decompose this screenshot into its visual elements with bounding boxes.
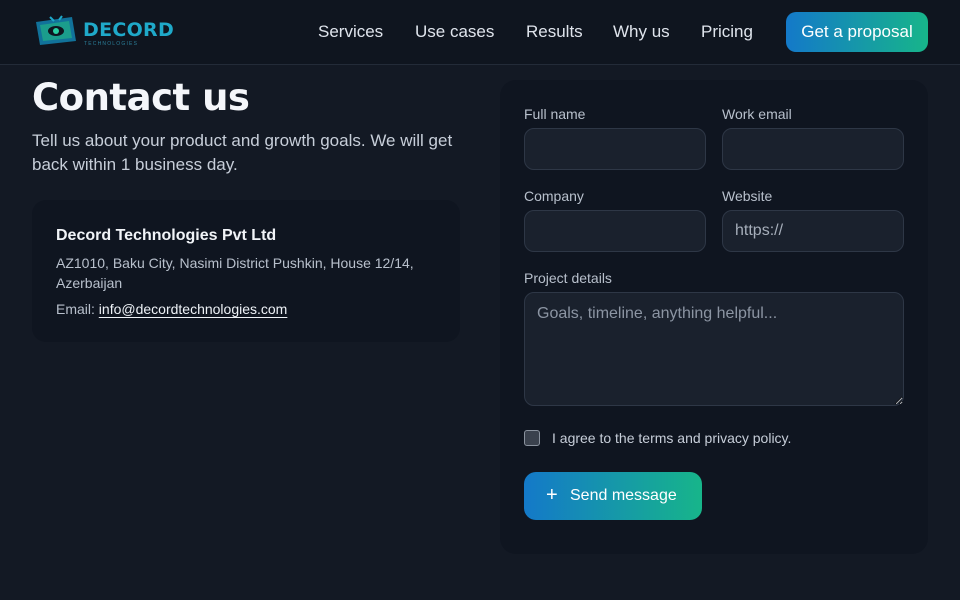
- top-navbar: DECORD TECHNOLOGIES Services Use cases R…: [0, 0, 960, 65]
- nav-link-results[interactable]: Results: [526, 22, 583, 42]
- email-link[interactable]: info@decordtechnologies.com: [99, 301, 288, 317]
- project-details-label: Project details: [524, 270, 612, 286]
- get-proposal-button[interactable]: Get a proposal: [786, 12, 928, 52]
- send-message-label: Send message: [570, 487, 677, 504]
- terms-label[interactable]: I agree to the terms and privacy policy.: [552, 430, 791, 446]
- brand-tagline: TECHNOLOGIES: [84, 41, 139, 47]
- email-label: Email:: [56, 301, 95, 317]
- send-message-button[interactable]: + Send message: [524, 472, 702, 520]
- nav-link-why-us[interactable]: Why us: [613, 22, 670, 42]
- website-input[interactable]: [722, 210, 904, 252]
- full-name-label: Full name: [524, 106, 586, 122]
- work-email-label: Work email: [722, 106, 792, 122]
- company-info-card: Decord Technologies Pvt Ltd AZ1010, Baku…: [32, 200, 460, 342]
- brand-name: DECORD: [83, 19, 175, 41]
- tv-screen-eye-logo-icon: [36, 15, 76, 45]
- nav-link-pricing[interactable]: Pricing: [701, 22, 753, 42]
- contact-form: Full name Work email Company Website Pro…: [500, 80, 928, 554]
- company-address: AZ1010, Baku City, Nasimi District Pushk…: [56, 255, 414, 291]
- nav-link-services[interactable]: Services: [318, 22, 383, 42]
- nav-link-use-cases[interactable]: Use cases: [415, 22, 494, 42]
- email-line: Email: info@decordtechnologies.com: [56, 301, 287, 317]
- page-title: Contact us: [32, 76, 250, 119]
- work-email-input[interactable]: [722, 128, 904, 170]
- project-details-textarea[interactable]: [524, 292, 904, 406]
- company-name: Decord Technologies Pvt Ltd: [56, 227, 277, 244]
- brand-logo[interactable]: DECORD TECHNOLOGIES: [34, 14, 174, 48]
- terms-checkbox[interactable]: [524, 430, 540, 446]
- company-input[interactable]: [524, 210, 706, 252]
- website-label: Website: [722, 188, 773, 204]
- company-label: Company: [524, 188, 584, 204]
- plus-icon: +: [546, 484, 558, 506]
- intro-text: Tell us about your product and growth go…: [32, 131, 453, 174]
- full-name-input[interactable]: [524, 128, 706, 170]
